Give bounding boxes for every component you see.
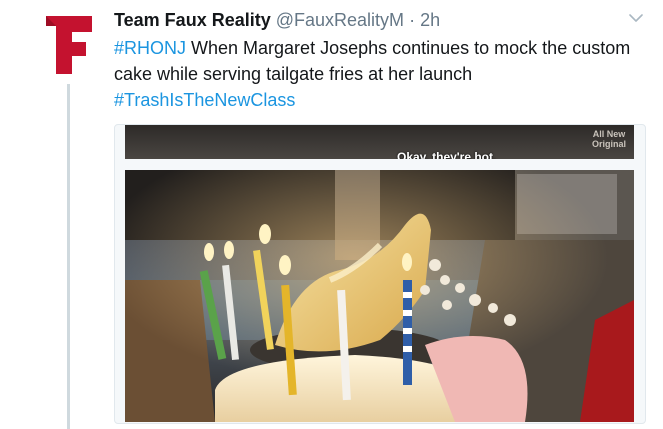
timestamp[interactable]: 2h bbox=[420, 10, 440, 30]
f-logo-icon: F bbox=[46, 16, 92, 74]
chevron-down-icon[interactable] bbox=[628, 12, 644, 24]
watermark-line-2: Original bbox=[591, 139, 626, 149]
avatar[interactable]: F bbox=[44, 12, 94, 78]
tweet-media[interactable]: All New Original Okay, they're hot. bbox=[114, 124, 646, 424]
video-caption: Okay, they're hot. bbox=[397, 150, 497, 159]
author-handle[interactable]: @FauxRealityM bbox=[276, 10, 404, 30]
cake-photo bbox=[125, 170, 634, 422]
author-name[interactable]: Team Faux Reality bbox=[114, 10, 271, 30]
network-watermark: All New Original bbox=[592, 129, 626, 149]
separator: · bbox=[409, 10, 416, 30]
tweet-header: Team Faux Reality @FauxRealityM · 2h bbox=[114, 9, 440, 31]
watermark-line-1: All New bbox=[592, 129, 626, 139]
tweet-body: When Margaret Josephs continues to mock … bbox=[114, 38, 631, 84]
hashtag-trashisthenewclass[interactable]: #TrashIsTheNewClass bbox=[114, 90, 295, 110]
tweet-text: #RHONJ When Margaret Josephs continues t… bbox=[114, 35, 649, 113]
thread-line bbox=[67, 84, 70, 429]
video-frame-top: All New Original Okay, they're hot. bbox=[125, 125, 634, 159]
hashtag-rhonj[interactable]: #RHONJ bbox=[114, 38, 186, 58]
